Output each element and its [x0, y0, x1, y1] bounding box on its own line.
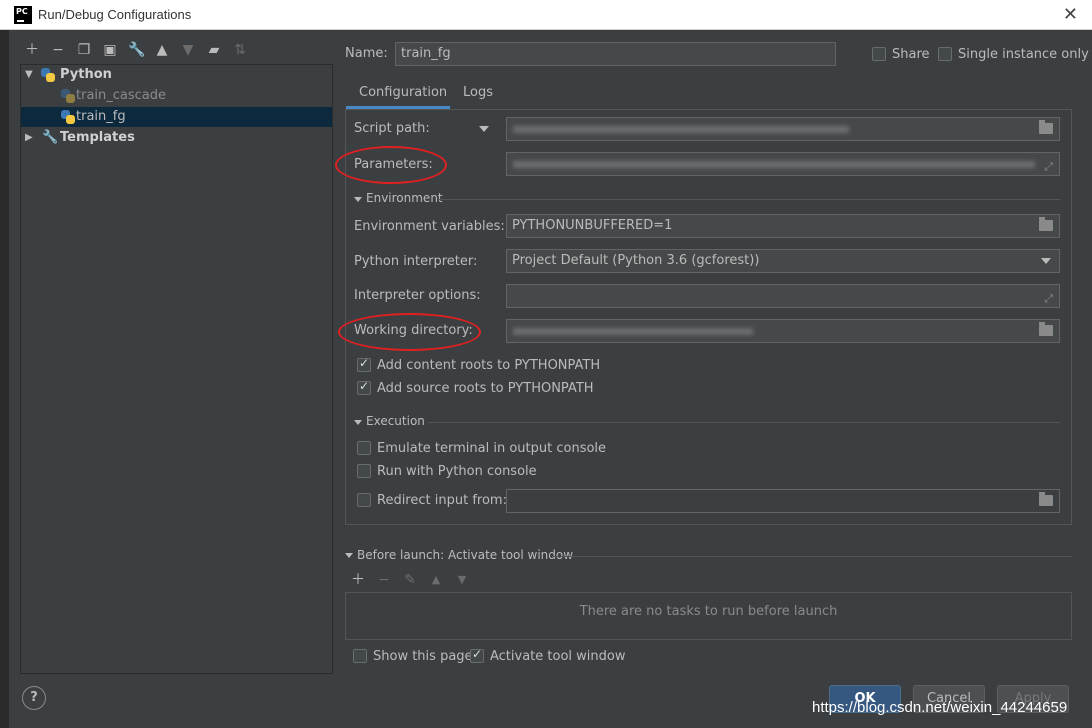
pencil-icon[interactable]: ✎	[402, 572, 418, 588]
add-content-roots-checkbox[interactable]	[357, 356, 371, 372]
env-vars-value: PYTHONUNBUFFERED=1	[512, 218, 673, 233]
arrow-down-icon[interactable]: ▼	[180, 42, 196, 58]
activate-tool-window-checkbox[interactable]	[470, 647, 484, 663]
execution-collapse-icon[interactable]	[354, 420, 362, 425]
wrench-icon: 🔧	[42, 130, 59, 145]
share-label: Share	[892, 47, 930, 62]
emulate-terminal-label: Emulate terminal in output console	[377, 441, 607, 456]
folder-icon[interactable]	[1039, 120, 1053, 134]
environment-collapse-icon[interactable]	[354, 197, 362, 202]
single-instance-label: Single instance only	[958, 47, 1089, 62]
add-content-roots-label: Add content roots to PYTHONPATH	[377, 358, 601, 373]
redirect-input-field[interactable]	[506, 489, 1060, 513]
show-page-checkbox[interactable]	[353, 649, 367, 663]
tree-label: train_fg	[76, 109, 126, 124]
plus-icon[interactable]: ＋	[350, 572, 366, 588]
env-vars-input[interactable]: PYTHONUNBUFFERED=1	[506, 214, 1060, 238]
tree-item-templates[interactable]: ▶ 🔧 Templates	[21, 128, 332, 148]
plus-icon[interactable]: ＋	[24, 42, 40, 58]
arrow-down-icon[interactable]: ▼	[454, 572, 470, 588]
run-with-console-label: Run with Python console	[377, 464, 537, 479]
expand-arrow-icon[interactable]: ▼	[25, 65, 33, 85]
before-launch-task-list: There are no tasks to run before launch	[345, 592, 1072, 640]
env-vars-label: Environment variables:	[354, 219, 505, 234]
tab-configuration[interactable]: Configuration	[359, 85, 447, 100]
tree-label: train_cascade	[76, 88, 167, 103]
interpreter-value: Project Default (Python 3.6 (gcforest))	[512, 253, 760, 268]
folder-add-icon[interactable]: ▰	[206, 42, 222, 58]
before-launch-title: Before launch: Activate tool window	[357, 548, 574, 562]
working-dir-input[interactable]	[506, 319, 1060, 343]
help-button[interactable]: ?	[22, 686, 46, 710]
tree-item-train-fg[interactable]: train_fg	[21, 107, 332, 127]
tree-label: Python	[60, 67, 112, 82]
copy-icon[interactable]: ❐	[76, 42, 92, 58]
wrench-icon[interactable]: 🔧	[128, 42, 145, 58]
tree-label: Templates	[60, 130, 135, 145]
tab-logs[interactable]: Logs	[463, 85, 493, 100]
expand-icon[interactable]: ⤢	[1044, 156, 1053, 175]
annotation-ellipse	[338, 313, 481, 351]
chevron-down-icon[interactable]	[1041, 258, 1051, 264]
interpreter-label: Python interpreter:	[354, 254, 478, 269]
config-toolbar: ＋ − ❐ ▣ 🔧 ▲ ▼ ▰ ⇅	[20, 38, 332, 64]
python-file-icon	[61, 110, 75, 124]
section-divider	[438, 199, 1060, 200]
python-file-icon	[61, 89, 75, 103]
folder-icon[interactable]	[1039, 322, 1053, 336]
empty-tasks-text: There are no tasks to run before launch	[579, 604, 838, 619]
arrow-up-icon[interactable]: ▲	[154, 42, 170, 58]
minus-icon[interactable]: −	[376, 572, 392, 588]
annotation-ellipse	[335, 146, 447, 184]
script-path-input[interactable]	[506, 117, 1060, 141]
section-divider	[428, 422, 1060, 423]
collapse-arrow-icon[interactable]: ▶	[25, 128, 33, 148]
section-divider	[552, 556, 1072, 557]
expand-icon[interactable]: ⤢	[1044, 288, 1053, 307]
folder-icon[interactable]	[1039, 492, 1053, 506]
redirect-input-label: Redirect input from:	[377, 493, 507, 508]
execution-section-title: Execution	[366, 414, 425, 428]
window-title: Run/Debug Configurations	[38, 7, 192, 22]
save-icon[interactable]: ▣	[102, 42, 118, 58]
background-ide-strip	[0, 30, 9, 728]
close-icon[interactable]: ✕	[1063, 4, 1078, 25]
minus-icon[interactable]: −	[50, 42, 66, 58]
watermark-url: https://blog.csdn.net/weixin_44244659	[812, 699, 1068, 716]
pycharm-logo-icon: PC	[14, 6, 32, 24]
redirect-input-checkbox[interactable]	[357, 493, 371, 507]
name-input[interactable]: train_fg	[395, 42, 836, 66]
before-launch-collapse-icon[interactable]	[345, 553, 353, 558]
run-with-console-checkbox[interactable]	[357, 464, 371, 478]
environment-section-title: Environment	[366, 191, 443, 205]
single-instance-checkbox[interactable]	[938, 47, 952, 61]
sort-icon[interactable]: ⇅	[232, 42, 248, 58]
parameters-input[interactable]: ⤢	[506, 152, 1060, 176]
show-page-label: Show this page	[373, 649, 473, 664]
share-checkbox[interactable]	[872, 47, 886, 61]
config-tree: ▼ Python train_cascade train_fg ▶ 🔧 Temp…	[20, 64, 333, 674]
interpreter-select[interactable]: Project Default (Python 3.6 (gcforest))	[506, 249, 1060, 273]
script-type-dropdown-icon[interactable]	[479, 126, 489, 132]
add-source-roots-checkbox[interactable]	[357, 379, 371, 395]
title-bar: PC Run/Debug Configurations ✕	[0, 0, 1092, 30]
add-source-roots-label: Add source roots to PYTHONPATH	[377, 381, 594, 396]
tree-item-python[interactable]: ▼ Python	[21, 65, 332, 85]
name-label: Name:	[345, 46, 388, 61]
tree-item-train-cascade[interactable]: train_cascade	[21, 86, 332, 106]
folder-icon[interactable]	[1039, 217, 1053, 231]
script-path-label: Script path:	[354, 121, 430, 136]
emulate-terminal-checkbox[interactable]	[357, 441, 371, 455]
interpreter-options-label: Interpreter options:	[354, 288, 481, 303]
interpreter-options-input[interactable]: ⤢	[506, 284, 1060, 308]
arrow-up-icon[interactable]: ▲	[428, 572, 444, 588]
activate-tool-window-label: Activate tool window	[490, 649, 626, 664]
python-icon	[41, 68, 55, 82]
